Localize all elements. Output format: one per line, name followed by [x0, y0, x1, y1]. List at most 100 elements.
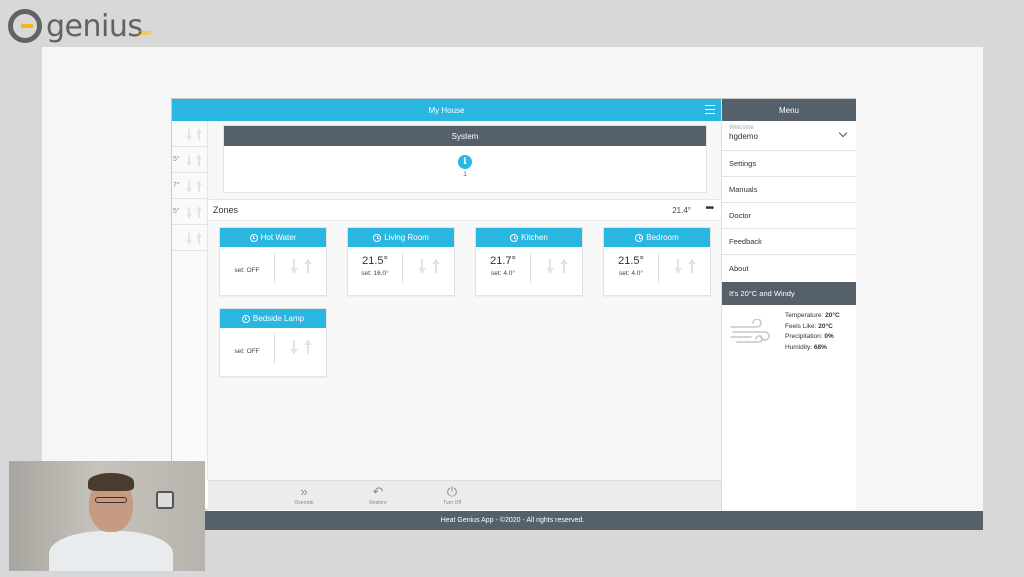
zone-card-hot-water[interactable]: Hot Water set: OFF: [219, 227, 327, 296]
zone-strip: 5° 7° 5°: [172, 121, 208, 480]
username: hgdemo: [729, 132, 758, 141]
clock-icon: [373, 233, 382, 242]
info-icon[interactable]: i: [458, 155, 472, 169]
arrow-up-icon[interactable]: [196, 207, 202, 218]
decrease-arrow-icon[interactable]: [418, 259, 426, 273]
override-label: Override: [294, 500, 314, 506]
zone-setpoint: set: OFF: [234, 267, 260, 274]
zone-header[interactable]: Bedside Lamp: [220, 309, 326, 328]
clock-icon: [635, 233, 644, 242]
power-icon: ⏻: [446, 484, 458, 499]
strip-row[interactable]: 7°: [172, 173, 207, 199]
zone-header[interactable]: Bedroom: [604, 228, 710, 247]
menu-item-about[interactable]: About: [722, 255, 856, 281]
zone-setpoint: set: 16.0°: [361, 270, 389, 277]
arrow-up-icon[interactable]: [196, 129, 202, 140]
zone-name: Bedroom: [646, 233, 679, 242]
strip-row[interactable]: [172, 121, 207, 147]
increase-arrow-icon[interactable]: [688, 259, 696, 273]
zone-current-temp: 21.7°: [490, 255, 516, 267]
weather-precipitation: Precipitation: 0%: [785, 333, 834, 340]
more-options-icon[interactable]: •••: [705, 203, 713, 214]
presenter-webcam: [9, 461, 205, 571]
zone-name: Hot Water: [260, 233, 297, 242]
menu-item-doctor[interactable]: Doctor: [722, 203, 856, 229]
clock-icon: [249, 233, 258, 242]
wall-clock: [156, 491, 174, 509]
top-bar: My House: [172, 99, 721, 121]
weather-humidity: Humidity: 68%: [785, 343, 827, 351]
decrease-arrow-icon[interactable]: [674, 259, 682, 273]
zone-current-temp: 21.5°: [618, 255, 644, 267]
decrease-arrow-icon[interactable]: [546, 259, 554, 273]
zone-header[interactable]: Kitchen: [476, 228, 582, 247]
zone-name: Bedside Lamp: [252, 314, 305, 323]
genius-logo-text: genius: [46, 8, 143, 44]
increase-arrow-icon[interactable]: [432, 259, 440, 273]
zone-setpoint: set: 4.0°: [619, 270, 643, 277]
turn-off-label: Turn Off: [442, 500, 462, 506]
divider: [530, 253, 531, 283]
override-button[interactable]: » Override: [284, 484, 324, 506]
bottom-toolbar: » Override ↶ Restore ⏻ Turn Off: [208, 480, 721, 510]
restore-button[interactable]: ↶ Restore: [358, 484, 398, 506]
arrow-down-icon[interactable]: [186, 207, 192, 218]
zone-current-temp: 21.5°: [362, 255, 388, 267]
arrow-down-icon[interactable]: [186, 155, 192, 166]
strip-temp: 7°: [173, 182, 180, 189]
zone-header[interactable]: Living Room: [348, 228, 454, 247]
arrow-up-icon[interactable]: [196, 233, 202, 244]
strip-temp: 5°: [173, 156, 180, 163]
zone-name: Living Room: [384, 233, 429, 242]
increase-arrow-icon[interactable]: [560, 259, 568, 273]
menu-item-feedback[interactable]: Feedback: [722, 229, 856, 255]
arrow-up-icon[interactable]: [196, 181, 202, 192]
welcome-label: Welcome: [729, 125, 754, 131]
main-content: System i 1 Zones 21.4° ••• Hot Water set…: [208, 121, 721, 480]
restore-label: Restore: [369, 500, 387, 506]
increase-arrow-icon[interactable]: [304, 340, 312, 354]
zone-card-bedside-lamp[interactable]: Bedside Lamp set: OFF: [219, 308, 327, 377]
undo-icon: ↶: [372, 484, 384, 499]
arrow-down-icon[interactable]: [186, 233, 192, 244]
system-card[interactable]: System i 1: [223, 125, 707, 193]
increase-arrow-icon[interactable]: [304, 259, 312, 273]
genius-logo: genius: [8, 6, 143, 46]
system-count: 1: [463, 172, 467, 178]
genius-logo-mark: [8, 9, 42, 43]
strip-row[interactable]: 5°: [172, 147, 207, 173]
house-title: My House: [428, 105, 465, 115]
strip-row[interactable]: 5°: [172, 199, 207, 225]
weather-headline: It's 20°C and Windy: [722, 282, 856, 305]
menu-panel: Menu Welcome hgdemo Settings Manuals Doc…: [721, 99, 856, 511]
arrow-down-icon[interactable]: [186, 129, 192, 140]
weather-details: Temperature: 20°C Feels Like: 20°C Preci…: [722, 305, 856, 365]
zones-title: Zones: [213, 205, 239, 215]
heat-genius-app: My House 5° 7° 5° System i 1 Zones 21.4°…: [171, 98, 856, 511]
zone-card-kitchen[interactable]: Kitchen 21.7° set: 4.0°: [475, 227, 583, 296]
zone-card-bedroom[interactable]: Bedroom 21.5° set: 4.0°: [603, 227, 711, 296]
arrow-down-icon[interactable]: [186, 181, 192, 192]
zones-header: Zones 21.4° •••: [208, 199, 721, 221]
account-dropdown[interactable]: Welcome hgdemo: [722, 121, 856, 151]
zone-name: Kitchen: [521, 233, 548, 242]
zones-average-temp: 21.4°: [672, 206, 691, 215]
divider: [658, 253, 659, 283]
menu-item-manuals[interactable]: Manuals: [722, 177, 856, 203]
hamburger-menu-icon[interactable]: [705, 105, 715, 114]
divider: [274, 253, 275, 283]
genius-logo-suffix: .com: [136, 30, 152, 37]
strip-row[interactable]: [172, 225, 207, 251]
menu-title: Menu: [722, 99, 856, 121]
arrow-up-icon[interactable]: [196, 155, 202, 166]
decrease-arrow-icon[interactable]: [290, 259, 298, 273]
decrease-arrow-icon[interactable]: [290, 340, 298, 354]
wind-icon: [730, 319, 770, 343]
menu-item-settings[interactable]: Settings: [722, 151, 856, 177]
zone-header[interactable]: Hot Water: [220, 228, 326, 247]
zone-card-living-room[interactable]: Living Room 21.5° set: 16.0°: [347, 227, 455, 296]
clock-icon: [241, 314, 250, 323]
turn-off-button[interactable]: ⏻ Turn Off: [432, 484, 472, 506]
weather-temperature: Temperature: 20°C: [785, 312, 840, 319]
presenter-glasses: [95, 497, 127, 503]
